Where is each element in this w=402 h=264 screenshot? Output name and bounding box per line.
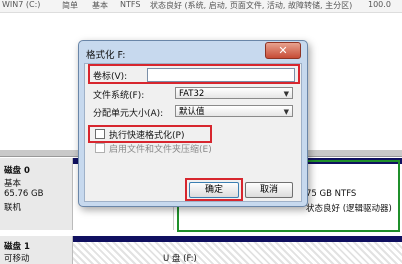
volume-type: 基本: [92, 1, 108, 10]
volume-layout: 简单: [62, 1, 78, 10]
format-dialog: 格式化 F: ✕ 卷标(V): 文件系统(F): FAT32 ▼ 分配单元大小(…: [78, 40, 308, 207]
dropdown-arrow-icon: ▼: [283, 90, 289, 98]
allocation-value: 默认值: [179, 107, 205, 117]
disk0-title: 磁盘 0: [4, 166, 30, 176]
volume-list-row[interactable]: WIN7 (C:) 简单 基本 NTFS 状态良好 (系统, 启动, 页面文件,…: [0, 0, 402, 13]
filesystem-value: FAT32: [179, 89, 205, 99]
ok-button-highlight: [185, 178, 243, 201]
disk1-title: 磁盘 1: [4, 242, 30, 252]
compression-checkbox[interactable]: [95, 143, 105, 153]
partition-size: 75 GB NTFS: [306, 189, 357, 199]
volume-filesystem: NTFS: [120, 0, 141, 9]
disk0-status: 联机: [4, 203, 22, 213]
cancel-button[interactable]: 取消: [245, 182, 293, 198]
dialog-title: 格式化 F:: [86, 50, 126, 61]
allocation-select[interactable]: 默认值 ▼: [175, 105, 293, 117]
volume-capacity: 100.0: [368, 0, 391, 9]
volume-label-highlight: [88, 64, 300, 84]
disk1-partition-label: U 盘 (F:): [163, 254, 197, 264]
partition-status: 状态良好 (逻辑驱动器): [306, 204, 392, 214]
dropdown-arrow-icon: ▼: [283, 108, 289, 116]
compression-label: 启用文件和文件夹压缩(E): [109, 145, 212, 155]
disk1-type: 可移动: [4, 254, 30, 264]
filesystem-caption: 文件系统(F):: [93, 91, 145, 101]
close-button[interactable]: ✕: [265, 42, 301, 59]
disk1-partition[interactable]: U 盘 (F:): [73, 242, 402, 264]
volume-name: WIN7 (C:): [2, 0, 41, 9]
filesystem-select[interactable]: FAT32 ▼: [175, 87, 293, 99]
disk0-type: 基本: [4, 179, 22, 189]
close-icon: ✕: [278, 44, 288, 57]
disk1-info[interactable]: 磁盘 1 可移动: [0, 236, 73, 264]
dialog-body: 卷标(V): 文件系统(F): FAT32 ▼ 分配单元大小(A): 默认值 ▼…: [84, 63, 302, 202]
disk0-size: 65.76 GB: [4, 189, 44, 199]
disk0-info[interactable]: 磁盘 0 基本 65.76 GB 联机: [0, 158, 73, 230]
allocation-caption: 分配单元大小(A):: [93, 109, 164, 119]
volume-status: 状态良好 (系统, 启动, 页面文件, 活动, 故障转储, 主分区): [150, 1, 353, 10]
quick-format-highlight: [88, 125, 212, 143]
